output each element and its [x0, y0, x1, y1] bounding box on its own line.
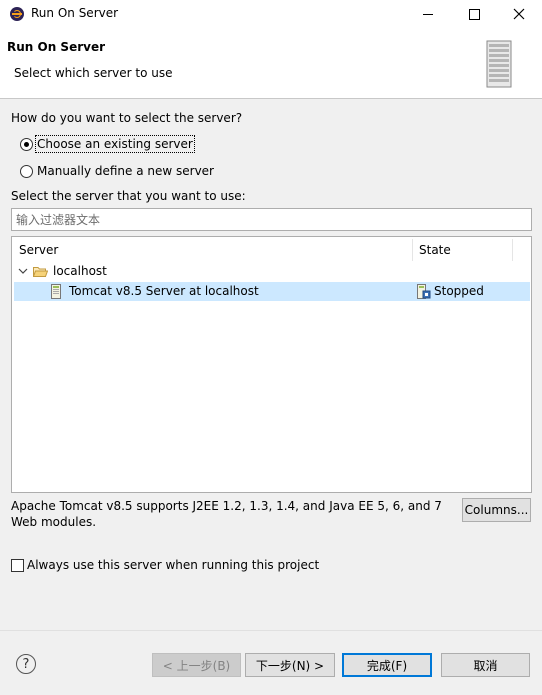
choose-existing-radio[interactable]: Choose an existing server [20, 135, 195, 153]
radio-checked-icon [20, 137, 33, 151]
localhost-label: localhost [53, 264, 107, 278]
tree-row-server[interactable]: Tomcat v8.5 Server at localhost Stopped [14, 282, 530, 301]
close-icon [513, 8, 525, 20]
radio-unchecked-icon [20, 164, 33, 178]
column-header-state[interactable]: State [419, 243, 451, 257]
server-list-label: Select the server that you want to use: [11, 189, 246, 203]
title-bar: Run On Server [0, 0, 542, 28]
column-header-server[interactable]: Server [19, 243, 58, 257]
minimize-icon [423, 13, 433, 15]
cancel-button[interactable]: 取消 [441, 653, 530, 677]
tree-row-localhost[interactable]: localhost [12, 262, 531, 281]
wizard-header: Run On Server Select which server to use [0, 28, 542, 99]
finish-button[interactable]: 完成(F) [342, 653, 432, 677]
minimize-button[interactable] [405, 0, 451, 28]
column-separator[interactable] [412, 239, 413, 261]
close-button[interactable] [496, 0, 542, 28]
tree-header: Server State [12, 237, 531, 261]
filter-input[interactable] [11, 208, 532, 231]
footer-divider [0, 630, 542, 631]
always-use-label: Always use this server when running this… [27, 558, 320, 572]
stopped-state-icon [417, 284, 431, 299]
server-description: Apache Tomcat v8.5 supports J2EE 1.2, 1.… [11, 499, 442, 529]
page-description: Select which server to use [14, 66, 173, 80]
server-state: Stopped [434, 284, 484, 298]
back-button[interactable]: < 上一步(B) [152, 653, 241, 677]
always-use-checkbox[interactable]: Always use this server when running this… [11, 558, 319, 572]
tomcat-server-icon [51, 284, 61, 299]
maximize-button[interactable] [451, 0, 497, 28]
server-banner-icon [486, 40, 512, 88]
columns-button[interactable]: Columns... [462, 498, 531, 522]
server-tree[interactable]: Server State localhost Tomcat v8.5 Serve… [11, 236, 532, 493]
folder-open-icon [33, 267, 48, 277]
help-icon[interactable]: ? [16, 654, 36, 674]
eclipse-icon [10, 7, 24, 21]
column-separator[interactable] [512, 239, 513, 261]
window-title: Run On Server [31, 6, 119, 20]
maximize-icon [468, 8, 480, 20]
choose-existing-label: Choose an existing server [35, 135, 195, 153]
next-button[interactable]: 下一步(N) > [245, 653, 335, 677]
server-name: Tomcat v8.5 Server at localhost [69, 284, 259, 298]
page-title: Run On Server [7, 40, 106, 54]
selection-question: How do you want to select the server? [11, 111, 243, 125]
chevron-down-icon[interactable] [18, 266, 28, 276]
manually-define-label: Manually define a new server [37, 164, 214, 178]
checkbox-unchecked-icon [11, 558, 24, 572]
manually-define-radio[interactable]: Manually define a new server [20, 164, 214, 178]
